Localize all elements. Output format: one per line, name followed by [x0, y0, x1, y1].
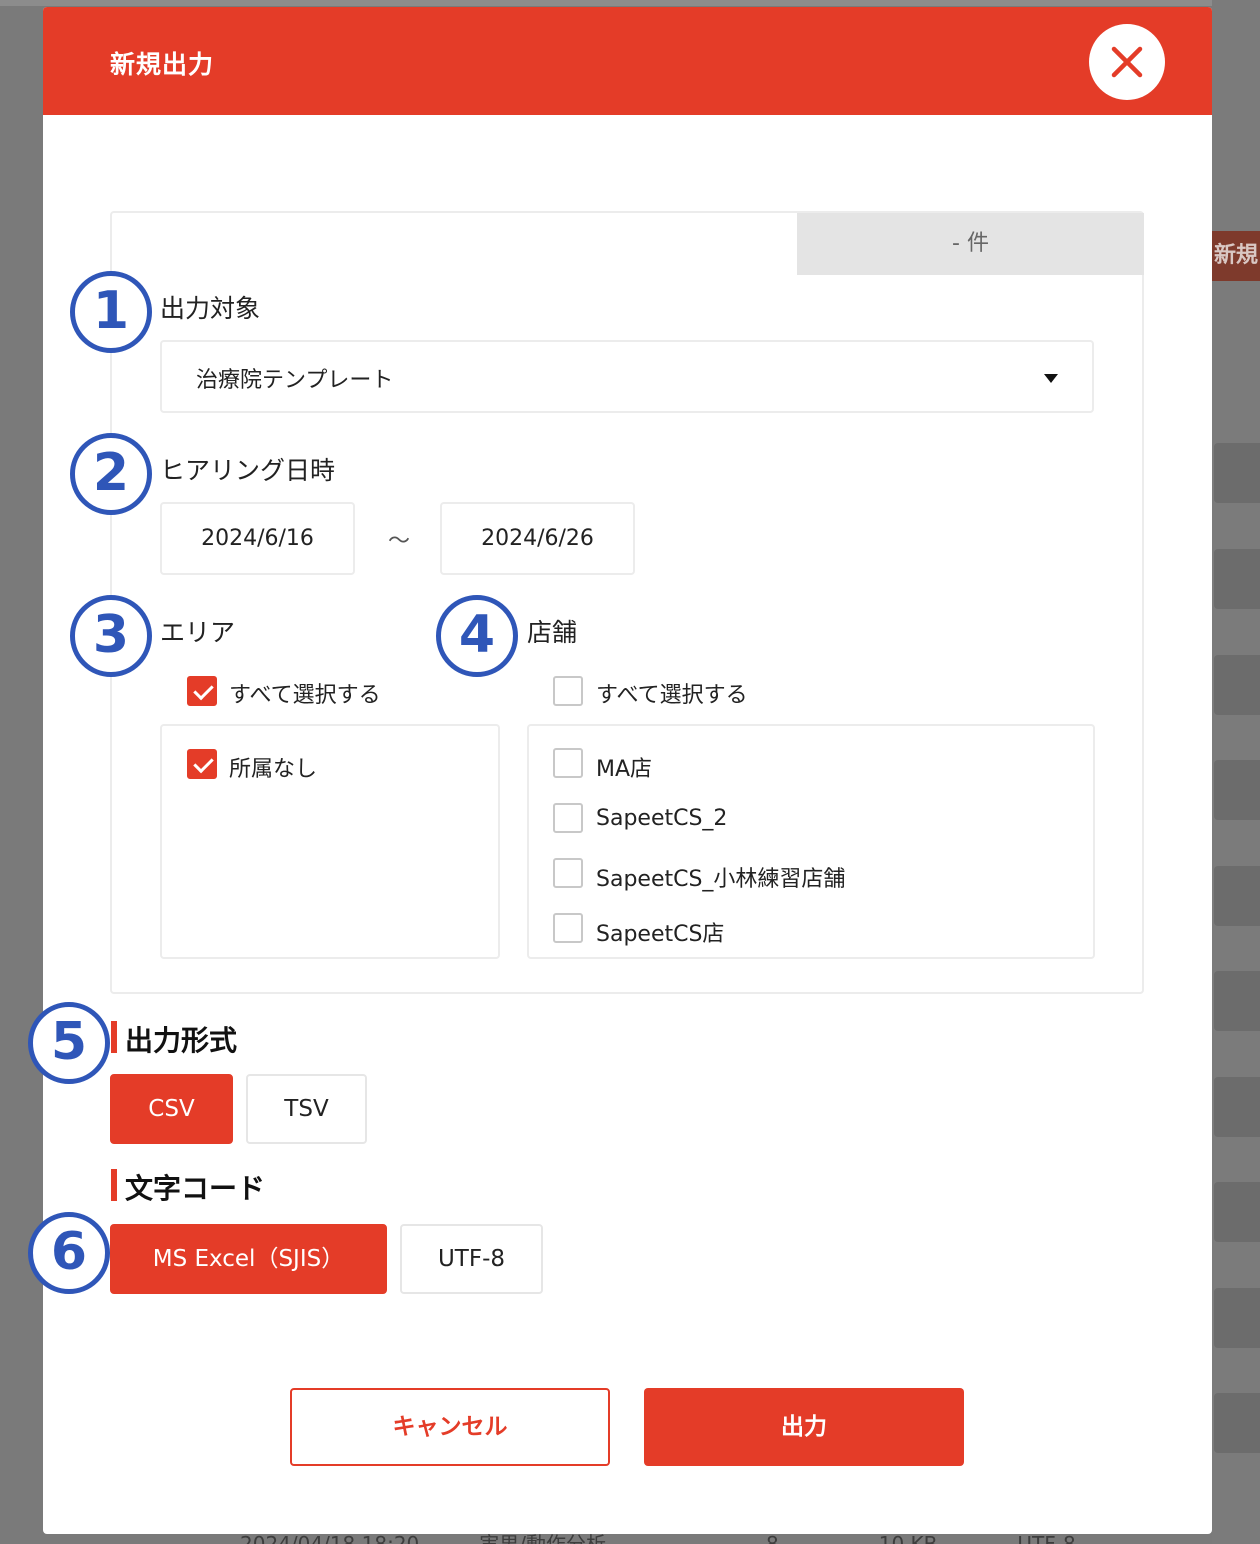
area-item-checkbox[interactable]	[187, 749, 217, 779]
close-button[interactable]	[1089, 24, 1165, 100]
store-item-checkbox[interactable]	[553, 803, 583, 833]
background-row	[1214, 443, 1260, 503]
encoding-utf8-button[interactable]: UTF-8	[400, 1224, 543, 1294]
output-format-title: 出力形式	[125, 1024, 238, 1057]
annotation-badge-4: 4	[436, 595, 518, 677]
annotation-badge-5: 5	[28, 1002, 110, 1084]
date-from-input[interactable]: 2024/6/16	[160, 502, 355, 575]
result-count-tab: - 件	[797, 213, 1144, 275]
store-item-label: SapeetCS店	[596, 922, 725, 947]
area-select-all-checkbox[interactable]	[187, 676, 217, 706]
store-select-all-checkbox[interactable]	[553, 676, 583, 706]
background-row	[1214, 971, 1260, 1031]
background-top-edge	[0, 0, 1260, 6]
annotation-badge-1: 1	[70, 271, 152, 353]
background-row	[1214, 1393, 1260, 1453]
background-row	[1214, 1182, 1260, 1242]
encoding-title: 文字コード	[125, 1172, 266, 1205]
export-button[interactable]: 出力	[644, 1388, 964, 1466]
area-select-all-label: すべて選択する	[229, 683, 381, 708]
store-item-label: SapeetCS_2	[596, 806, 728, 831]
cancel-button[interactable]: キャンセル	[290, 1388, 610, 1466]
store-item-label: MA店	[596, 757, 653, 782]
area-item-label: 所属なし	[229, 757, 318, 782]
dropdown-arrow-icon	[1044, 374, 1058, 383]
format-tsv-button[interactable]: TSV	[246, 1074, 367, 1144]
encoding-sjis-button[interactable]: MS Excel（SJIS）	[110, 1224, 387, 1294]
modal-title: 新規出力	[110, 50, 215, 79]
output-target-value: 治療院テンプレート	[196, 368, 394, 393]
annotation-badge-3: 3	[70, 595, 152, 677]
export-modal: 新規出力 - 件 出力対象 治療院テンプレート ヒアリング日時 2024/6/1…	[43, 7, 1212, 1534]
store-item-checkbox[interactable]	[553, 913, 583, 943]
background-row	[1214, 549, 1260, 609]
section-accent-bar	[111, 1169, 117, 1201]
background-new-button: 新規	[1212, 231, 1260, 281]
date-to-input[interactable]: 2024/6/26	[440, 502, 635, 575]
section-accent-bar	[111, 1021, 117, 1053]
background-row	[1214, 1288, 1260, 1348]
hearing-date-label: ヒアリング日時	[160, 456, 336, 485]
area-label: エリア	[160, 618, 236, 647]
background-row	[1214, 1077, 1260, 1137]
date-range-separator: ～	[388, 529, 411, 554]
store-item-checkbox[interactable]	[553, 858, 583, 888]
annotation-badge-2: 2	[70, 433, 152, 515]
store-item-checkbox[interactable]	[553, 748, 583, 778]
background-row	[1214, 655, 1260, 715]
modal-header: 新規出力	[43, 7, 1212, 115]
store-item-label: SapeetCS_小林練習店舗	[596, 867, 846, 892]
format-csv-button[interactable]: CSV	[110, 1074, 233, 1144]
store-select-all-label: すべて選択する	[596, 683, 748, 708]
store-label: 店舗	[527, 618, 578, 647]
annotation-badge-6: 6	[28, 1212, 110, 1294]
background-row	[1214, 760, 1260, 820]
output-target-label: 出力対象	[160, 294, 261, 323]
output-target-select[interactable]: 治療院テンプレート	[160, 340, 1094, 413]
close-icon	[1111, 46, 1143, 78]
background-row	[1214, 866, 1260, 926]
